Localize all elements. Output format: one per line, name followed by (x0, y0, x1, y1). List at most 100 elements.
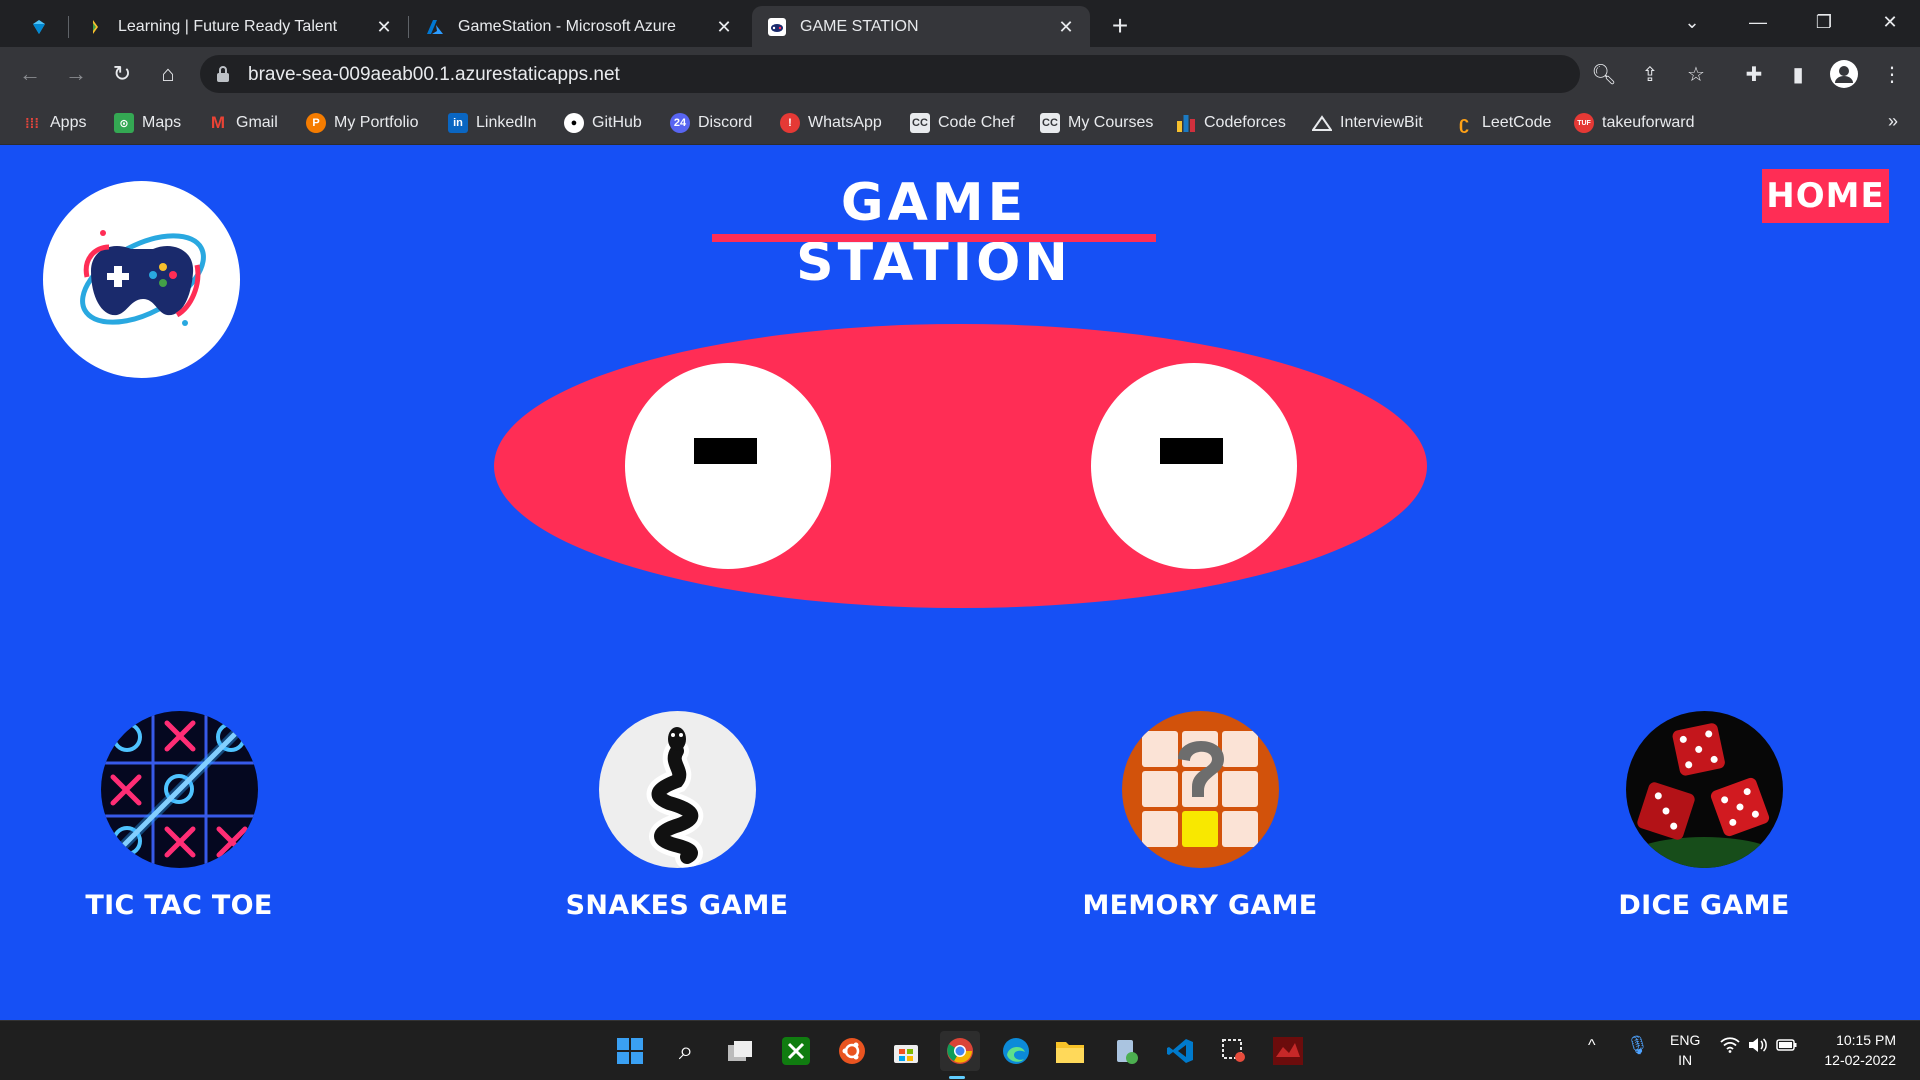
file-explorer-icon[interactable] (1050, 1031, 1090, 1071)
apps-grid-icon: ⁞⁞⁞ (25, 115, 39, 131)
bookmark-portfolio[interactable]: P My Portfolio (306, 111, 418, 135)
snipping-tool-icon[interactable] (1214, 1031, 1254, 1071)
close-window-icon[interactable]: ✕ (1857, 0, 1920, 44)
clock[interactable]: 10:15 PM 12-02-2022 (1824, 1030, 1896, 1070)
bookmark-star-icon[interactable]: ☆ (1680, 58, 1712, 90)
clock-time: 10:15 PM (1836, 1032, 1896, 1048)
xbox-icon[interactable] (776, 1031, 816, 1071)
tab-title: GameStation - Microsoft Azure (458, 17, 676, 35)
bookmark-linkedin[interactable]: in LinkedIn (448, 111, 537, 135)
bookmark-label: takeuforward (1602, 114, 1695, 131)
gamepad-logo-icon (80, 230, 206, 326)
tab-pinned[interactable] (14, 6, 66, 47)
bookmark-gmail[interactable]: M Gmail (208, 111, 278, 135)
search-icon[interactable]: ⌕ (666, 1031, 706, 1071)
codechef-icon: CC (910, 113, 930, 133)
clock-date: 12-02-2022 (1824, 1052, 1896, 1068)
tab-azure[interactable]: GameStation - Microsoft Azure ✕ (410, 6, 748, 47)
page-title: GAME STATION (796, 173, 1072, 293)
side-panel-icon[interactable]: ▮ (1782, 58, 1814, 90)
game-label[interactable]: TIC TAC TOE (49, 890, 309, 921)
url-text[interactable]: brave-sea-009aeab00.1.azurestaticapps.ne… (248, 64, 620, 86)
game-app-icon[interactable] (1268, 1031, 1308, 1071)
gamepad-icon (768, 17, 786, 36)
gmail-icon: M (210, 113, 226, 132)
chrome-icon[interactable] (940, 1031, 980, 1071)
reload-icon[interactable]: ↻ (106, 58, 138, 90)
dice-icon[interactable] (1625, 711, 1783, 868)
bookmarks-overflow-button[interactable]: » (1888, 111, 1898, 132)
language-indicator[interactable]: ENG IN (1670, 1030, 1700, 1070)
tab-future-ready[interactable]: Learning | Future Ready Talent ✕ (70, 6, 408, 47)
bookmark-github[interactable]: ● GitHub (564, 111, 642, 135)
bookmark-leetcode[interactable]: ʗ LeetCode (1454, 111, 1551, 135)
back-icon[interactable]: ← (14, 58, 46, 90)
tab-title: GAME STATION (800, 17, 919, 35)
gem-icon (33, 19, 45, 34)
title-underline (712, 234, 1156, 242)
bookmark-discord[interactable]: 24 Discord (670, 111, 752, 135)
extensions-icon[interactable]: ✚ (1738, 58, 1770, 90)
microphone-icon[interactable]: 🎙︎ (1626, 1035, 1649, 1056)
vscode-icon[interactable] (1160, 1031, 1200, 1071)
game-label[interactable]: SNAKES GAME (547, 890, 807, 921)
edge-icon[interactable] (996, 1031, 1036, 1071)
tab-game-station[interactable]: GAME STATION ✕ (752, 6, 1090, 47)
game-card-snakes[interactable]: SNAKES GAME (547, 711, 807, 921)
bookmark-codeforces[interactable]: Codeforces (1176, 111, 1286, 135)
bookmark-label: My Portfolio (334, 114, 419, 131)
right-eye (1091, 363, 1297, 569)
memory-icon[interactable] (1121, 711, 1279, 868)
zoom-icon[interactable]: 🔍︎ (1588, 58, 1620, 90)
battery-icon[interactable] (1776, 1037, 1798, 1056)
bookmark-label: InterviewBit (1340, 114, 1423, 131)
game-label[interactable]: MEMORY GAME (1070, 890, 1330, 921)
codeforces-icon (1176, 113, 1196, 133)
active-app-indicator (949, 1076, 965, 1079)
bookmark-label: My Courses (1068, 114, 1154, 131)
close-icon[interactable]: ✕ (372, 15, 396, 39)
tray-overflow-icon[interactable]: ^ (1588, 1037, 1596, 1055)
volume-icon[interactable] (1748, 1037, 1768, 1056)
minimize-icon[interactable]: — (1725, 0, 1791, 44)
github-icon: ● (564, 113, 584, 133)
lock-icon (217, 66, 229, 82)
frt-icon (93, 19, 98, 34)
close-icon[interactable]: ✕ (712, 15, 736, 39)
bookmark-label: Gmail (236, 114, 278, 131)
share-icon[interactable]: ⇪ (1634, 58, 1666, 90)
task-view-icon[interactable] (720, 1031, 760, 1071)
game-label[interactable]: DICE GAME (1574, 890, 1834, 921)
game-card-dice[interactable]: DICE GAME (1574, 711, 1834, 921)
file-manager-icon[interactable] (1106, 1031, 1146, 1071)
snake-icon[interactable] (598, 711, 756, 868)
bookmark-takeuforward[interactable]: TUF takeuforward (1574, 111, 1695, 135)
windows-start-icon[interactable] (610, 1031, 650, 1071)
bookmark-apps[interactable]: ⁞⁞⁞ Apps (22, 111, 86, 135)
close-icon[interactable]: ✕ (1054, 15, 1078, 39)
home-button[interactable]: HOME (1762, 169, 1889, 223)
tab-search-icon[interactable]: ⌄ (1659, 0, 1725, 44)
bookmark-interviewbit[interactable]: InterviewBit (1312, 111, 1423, 135)
wifi-icon[interactable] (1720, 1037, 1740, 1058)
new-tab-button[interactable]: + (1104, 10, 1136, 42)
home-icon[interactable]: ⌂ (152, 58, 184, 90)
restore-icon[interactable]: ❐ (1791, 0, 1857, 44)
tic-tac-toe-icon[interactable] (100, 711, 258, 868)
forward-icon[interactable]: → (60, 58, 92, 90)
bookmark-maps[interactable]: ⊙ Maps (114, 111, 181, 135)
menu-icon[interactable]: ⋮ (1876, 58, 1908, 90)
bookmark-codechef[interactable]: CC Code Chef (910, 111, 1015, 135)
bookmark-courses[interactable]: CC My Courses (1040, 111, 1153, 135)
store-icon[interactable] (886, 1031, 926, 1071)
ubuntu-icon[interactable] (832, 1031, 872, 1071)
game-card-tic-tac-toe[interactable]: TIC TAC TOE (49, 711, 309, 921)
bookmark-whatsapp[interactable]: ! WhatsApp (780, 111, 882, 135)
discord-icon: 24 (670, 113, 690, 133)
game-card-memory[interactable]: MEMORY GAME (1070, 711, 1330, 921)
bookmark-label: WhatsApp (808, 114, 882, 131)
address-bar[interactable]: brave-sea-009aeab00.1.azurestaticapps.ne… (200, 55, 1580, 93)
courses-icon: CC (1040, 113, 1060, 133)
profile-avatar-icon[interactable] (1828, 58, 1860, 90)
bookmark-label: Discord (698, 114, 753, 131)
